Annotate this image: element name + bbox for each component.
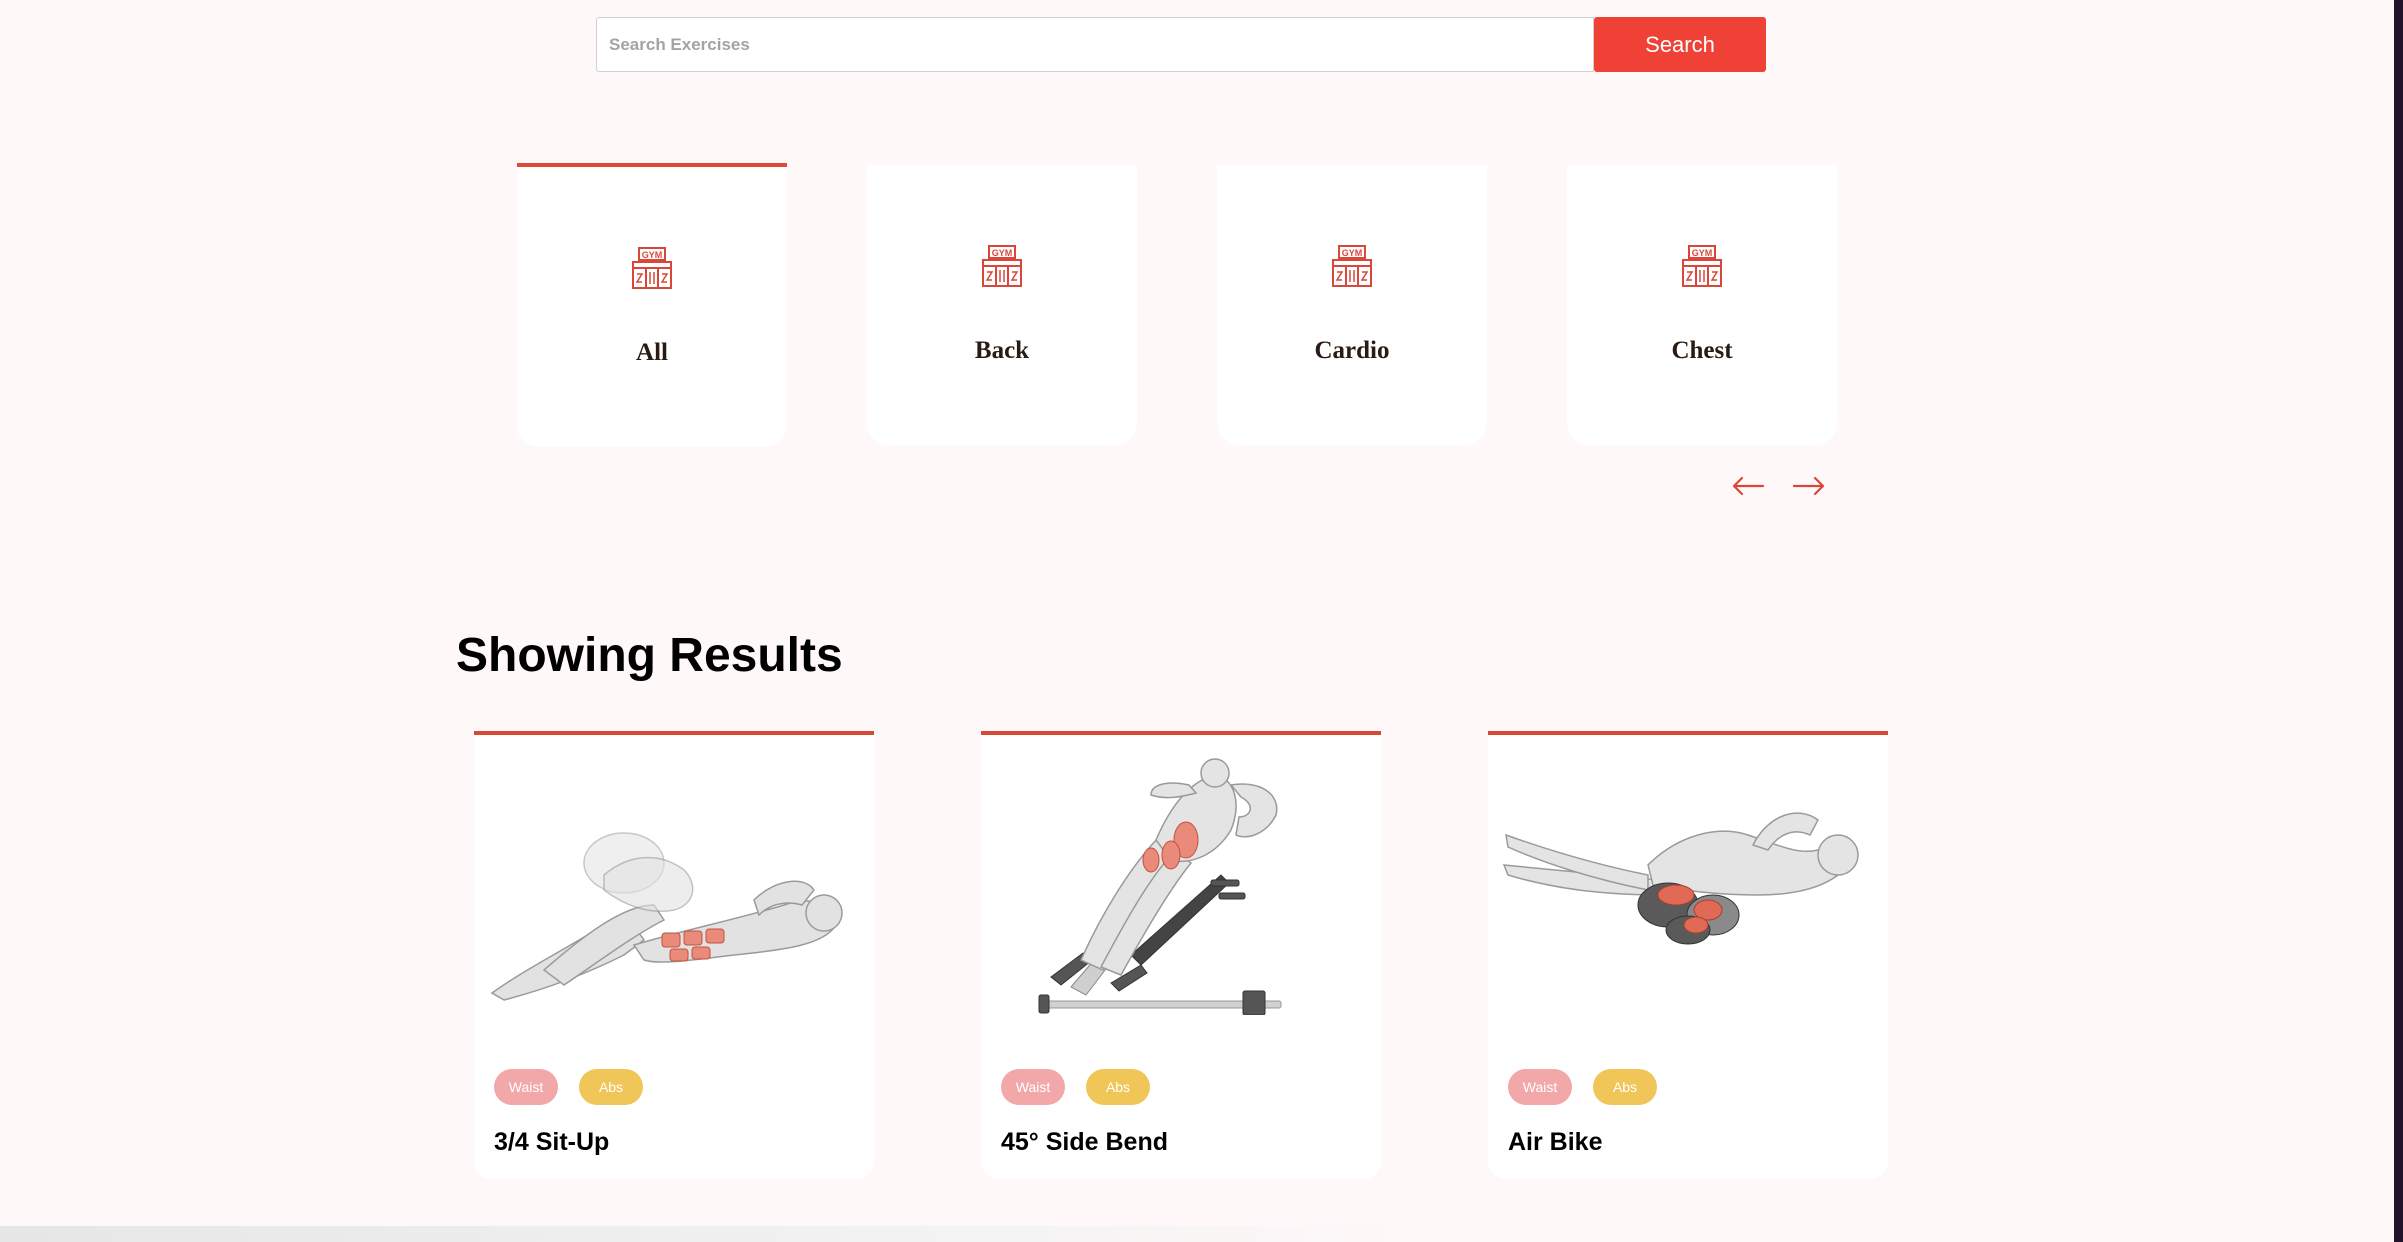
side-bend-illustration [1038, 758, 1282, 1015]
exercise-card[interactable]: Waist Abs 3/4 Sit-Up [474, 731, 874, 1179]
exercise-name: 3/4 Sit-Up [494, 1128, 610, 1156]
exercise-name: 45° Side Bend [1001, 1128, 1168, 1156]
category-card-all[interactable]: GYM All [517, 163, 787, 447]
air-bike-illustration [1502, 812, 1859, 945]
category-label: All [636, 339, 668, 366]
svg-text:GYM: GYM [992, 248, 1013, 258]
category-card-back[interactable]: GYM Back [867, 165, 1137, 445]
category-card-cardio[interactable]: GYM Cardio [1217, 165, 1487, 445]
gym-icon: GYM [1682, 245, 1722, 287]
gym-icon: GYM [632, 247, 672, 289]
target-badge: Abs [1086, 1069, 1150, 1105]
gym-icon: GYM [982, 245, 1022, 287]
arrow-left-icon[interactable] [1730, 470, 1766, 502]
category-label: Back [974, 337, 1030, 364]
svg-text:GYM: GYM [1692, 248, 1713, 258]
results-heading: Showing Results [456, 629, 843, 682]
exercise-card[interactable]: Waist Abs 45° Side Bend [981, 731, 1381, 1179]
target-badge: Abs [1593, 1069, 1657, 1105]
gym-icon: GYM [1332, 245, 1372, 287]
exercise-card[interactable]: Waist Abs Air Bike [1488, 731, 1888, 1179]
svg-text:GYM: GYM [1342, 248, 1363, 258]
bottom-shadow [0, 1226, 2394, 1242]
category-label: Cardio [1314, 337, 1390, 364]
exercise-name: Air Bike [1508, 1128, 1603, 1156]
target-badge: Abs [579, 1069, 643, 1105]
category-card-chest[interactable]: GYM Chest [1567, 165, 1837, 445]
arrow-right-icon[interactable] [1791, 470, 1827, 502]
search-button[interactable]: Search [1594, 17, 1766, 72]
window-edge [2394, 0, 2403, 1242]
category-label: Chest [1671, 337, 1733, 364]
svg-text:GYM: GYM [642, 250, 663, 260]
body-part-badge: Waist [494, 1069, 558, 1105]
sit-up-illustration [490, 832, 843, 1001]
body-part-badge: Waist [1508, 1069, 1572, 1105]
body-part-badge: Waist [1001, 1069, 1065, 1105]
search-input[interactable] [596, 17, 1594, 72]
